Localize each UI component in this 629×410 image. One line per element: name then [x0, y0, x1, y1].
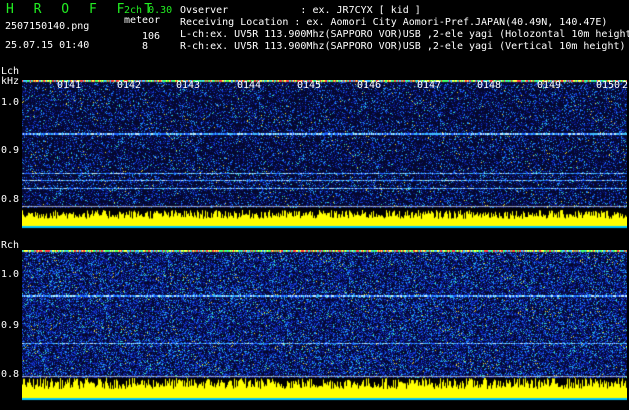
time-tick: 0150 — [596, 80, 621, 91]
time-tick: 0145 — [297, 80, 322, 91]
capture-datetime: 25.07.15 01:40 — [5, 40, 90, 51]
rch-label: Rch — [1, 240, 20, 251]
frequency-unit-label: kHz — [1, 76, 20, 87]
time-tick: 0142 — [117, 80, 142, 91]
file-name: 2507150140.png — [5, 21, 90, 32]
time-tick: 0141 — [57, 80, 82, 91]
observer-info: Ovserver : ex. JR7CYX [ kid ] — [180, 5, 421, 16]
lch-setup-info: L-ch:ex. UV5R 113.900Mhz(SAPPORO VOR)USB… — [180, 29, 629, 40]
rch-spectrogram — [22, 250, 627, 402]
time-tick: 2 — [622, 80, 629, 91]
meteor-count-rch: 8 — [142, 41, 149, 52]
lch-ytick-0-9: 0.9 — [1, 145, 20, 156]
lch-ytick-1-0: 1.0 — [1, 97, 20, 108]
rch-ytick-0-8: 0.8 — [1, 369, 20, 380]
lch-spectrogram — [22, 80, 627, 230]
time-tick: 0147 — [417, 80, 442, 91]
location-info: Receiving Location : ex. Aomori City Aom… — [180, 17, 608, 28]
meteor-label: meteor — [124, 15, 161, 26]
time-tick: 0146 — [357, 80, 382, 91]
lch-waterfall — [22, 80, 627, 230]
rch-waterfall — [22, 250, 627, 402]
rch-ytick-0-9: 0.9 — [1, 320, 20, 331]
rch-setup-info: R-ch:ex. UV5R 113.900Mhz(SAPPORO VOR)USB… — [180, 41, 626, 52]
rch-ytick-1-0: 1.0 — [1, 269, 20, 280]
lch-ytick-0-8: 0.8 — [1, 194, 20, 205]
time-tick: 0144 — [237, 80, 262, 91]
time-tick: 0148 — [477, 80, 502, 91]
time-tick: 0143 — [176, 80, 201, 91]
time-tick: 0149 — [537, 80, 562, 91]
